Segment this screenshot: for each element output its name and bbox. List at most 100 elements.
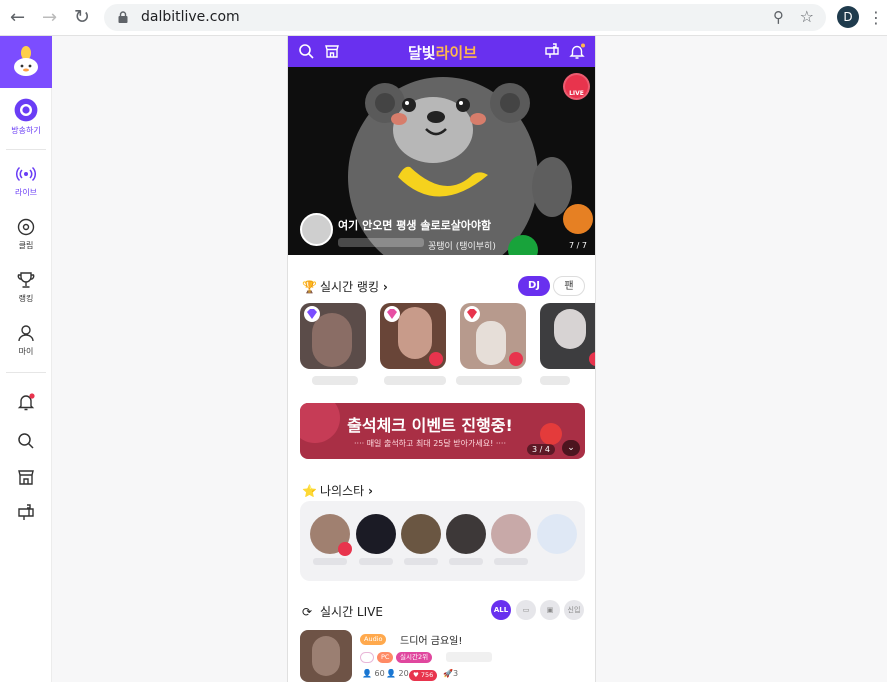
url-text: dalbitlive.com	[141, 9, 240, 25]
fan-value: 20	[398, 669, 409, 678]
event-title: 출석체크 이벤트 진행중!	[347, 416, 513, 435]
blurred-photo	[476, 321, 506, 365]
left-sidebar: 방송하기 라이브 클립 랭킹 마이	[0, 36, 52, 682]
live-wifi-icon	[509, 352, 523, 366]
blurred-photo	[312, 636, 340, 676]
person-icon	[18, 325, 34, 342]
star-avatar[interactable]	[356, 514, 396, 554]
blurred-nickname	[313, 558, 347, 565]
search-icon	[18, 433, 34, 449]
event-banner[interactable]: 출석체크 이벤트 진행중! ···· 매일 출석하고 최대 25달 받아가세요!…	[300, 403, 585, 459]
reload-icon[interactable]: ↻	[74, 6, 90, 28]
live-badge: LIVE	[563, 73, 590, 100]
mailbox-icon	[18, 504, 34, 520]
diamond-badge-icon	[384, 306, 400, 322]
profile-avatar[interactable]: D	[837, 6, 859, 28]
sidebar-divider	[6, 372, 46, 373]
chevron-down-icon[interactable]: ⌄	[562, 440, 580, 456]
star-avatar[interactable]	[310, 514, 352, 556]
back-arrow-icon[interactable]: ←	[10, 7, 25, 28]
sidebar-item-label: 마이	[18, 347, 34, 356]
live-list-header: ⟳ 실시간 LIVE	[302, 603, 383, 620]
ranking-card[interactable]	[380, 303, 446, 369]
blurred-text	[338, 238, 424, 247]
filter-all[interactable]: ALL	[491, 600, 511, 620]
browser-toolbar: ← → ↻ dalbitlive.com ⚲ ☆ D ⋮	[0, 0, 887, 36]
forward-arrow-icon[interactable]: →	[42, 7, 57, 28]
star-avatar[interactable]	[537, 514, 577, 554]
star-avatar[interactable]	[491, 514, 531, 554]
zoom-icon[interactable]: ⚲	[773, 8, 784, 26]
blurred-nickname	[449, 558, 483, 565]
sidebar-item-ranking[interactable]: 랭킹	[0, 270, 52, 304]
boost-count: 🚀3	[443, 669, 459, 678]
like-value: 756	[420, 671, 434, 679]
filter-audio[interactable]: ▣	[540, 600, 560, 620]
filter-new[interactable]: 신입	[564, 600, 584, 620]
blurred-text	[446, 652, 492, 662]
bookmark-star-icon[interactable]: ☆	[800, 7, 814, 26]
diamond-badge-icon	[304, 306, 320, 322]
ranking-card[interactable]	[460, 303, 526, 369]
chevron-right-icon: ›	[368, 484, 373, 498]
star-avatar[interactable]	[446, 514, 486, 554]
blurred-nickname	[494, 558, 528, 565]
tab-dj[interactable]: DJ	[518, 276, 550, 296]
bell-icon	[17, 393, 35, 411]
rank-tag: 실시간2위	[396, 652, 433, 663]
sidebar-broadcast[interactable]: 방송하기	[0, 98, 52, 136]
app-logo[interactable]	[0, 36, 52, 88]
kebab-menu-icon[interactable]: ⋮	[868, 8, 884, 27]
filter-video[interactable]: ▭	[516, 600, 536, 620]
live-signal-icon	[16, 166, 36, 182]
mailbox-icon[interactable]	[544, 43, 560, 59]
live-wifi-icon	[589, 352, 595, 366]
sidebar-item-live[interactable]: 라이브	[0, 164, 52, 198]
ranking-title: 실시간 랭킹	[320, 280, 380, 294]
audio-tag: Audio	[360, 634, 387, 645]
sidebar-search[interactable]	[0, 431, 52, 451]
host-avatar[interactable]	[300, 213, 333, 246]
my-star-title: 나의스타	[320, 484, 365, 498]
live-wifi-icon	[429, 352, 443, 366]
diamond-badge-icon	[464, 306, 480, 322]
star-avatar[interactable]	[401, 514, 441, 554]
tab-fan[interactable]: 팬	[553, 276, 585, 296]
blurred-photo	[398, 307, 432, 359]
sidebar-broadcast-label: 방송하기	[11, 126, 41, 135]
refresh-icon[interactable]: ⟳	[302, 605, 316, 619]
address-bar[interactable]: dalbitlive.com ⚲ ☆	[104, 4, 826, 31]
fan-count: 👤 20	[386, 669, 409, 678]
listener-value: 60	[374, 669, 385, 678]
sidebar-mailbox[interactable]	[0, 502, 52, 522]
event-pager: 3 / 4	[527, 444, 555, 455]
ranking-card[interactable]	[540, 303, 595, 369]
blurred-nickname	[540, 376, 570, 385]
bell-icon[interactable]	[569, 43, 585, 59]
event-subtitle: ···· 매일 출석하고 최대 25달 받아가세요! ····	[353, 439, 507, 448]
ranking-header[interactable]: 🏆 실시간 랭킹 ›	[302, 278, 388, 295]
blurred-nickname	[456, 376, 522, 385]
sidebar-store[interactable]	[0, 467, 52, 487]
broadcast-record-icon	[14, 98, 38, 122]
hero-banner[interactable]: LIVE 여기 안오면 평생 솔로로살아야함 꽁탱이 (탱이부히) 7 / 7	[288, 67, 595, 255]
my-star-header[interactable]: ⭐ 나의스타 ›	[302, 482, 373, 499]
live-item-thumbnail[interactable]	[300, 630, 352, 682]
like-count: ♥ 756	[409, 670, 438, 681]
sidebar-item-label: 랭킹	[18, 294, 34, 303]
blurred-nickname	[312, 376, 358, 385]
ranking-card[interactable]	[300, 303, 366, 369]
brand-text-a: 달빛	[407, 44, 436, 62]
store-icon	[18, 470, 34, 485]
brand-text-b: 라이브	[435, 44, 477, 62]
sidebar-item-my[interactable]: 마이	[0, 323, 52, 357]
live-item-title[interactable]: 드디어 금요일!	[400, 632, 462, 647]
trophy-icon	[17, 272, 35, 288]
trophy-icon: 🏆	[302, 280, 317, 294]
sidebar-notifications[interactable]	[0, 392, 52, 412]
sidebar-item-label: 라이브	[14, 188, 38, 197]
app-header: 달빛라이브	[288, 36, 595, 67]
sidebar-item-clip[interactable]: 클립	[0, 217, 52, 251]
gender-female-icon	[360, 652, 374, 663]
boost-value: 3	[452, 669, 459, 678]
